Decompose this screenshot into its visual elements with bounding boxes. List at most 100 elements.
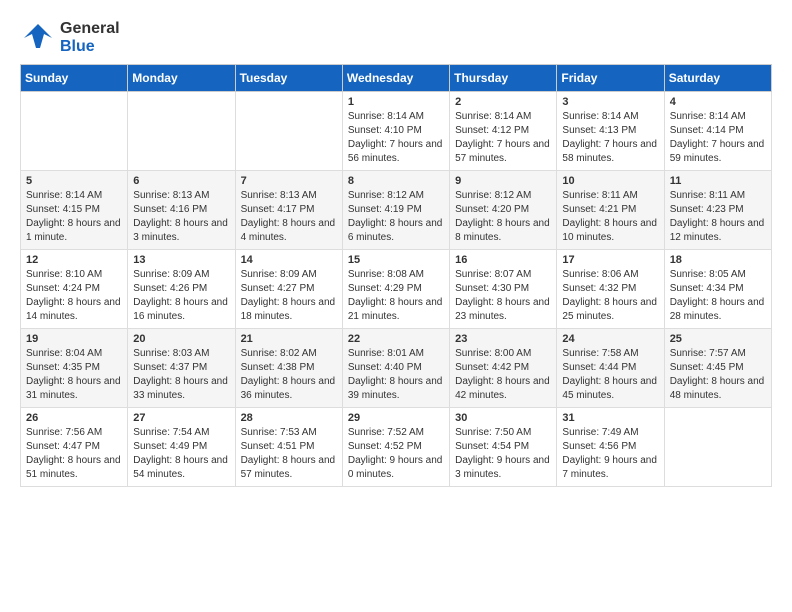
day-number: 23 [455, 333, 551, 345]
day-info: Sunrise: 7:50 AM Sunset: 4:54 PM Dayligh… [455, 426, 551, 482]
day-number: 29 [348, 412, 444, 424]
day-info: Sunrise: 8:10 AM Sunset: 4:24 PM Dayligh… [26, 268, 122, 324]
day-info: Sunrise: 8:05 AM Sunset: 4:34 PM Dayligh… [670, 268, 766, 324]
calendar-day-cell: 18 Sunrise: 8:05 AM Sunset: 4:34 PM Dayli… [664, 250, 771, 329]
calendar-day-cell: 23 Sunrise: 8:00 AM Sunset: 4:42 PM Dayli… [450, 329, 557, 408]
calendar-day-cell: 15 Sunrise: 8:08 AM Sunset: 4:29 PM Dayli… [342, 250, 449, 329]
day-number: 6 [133, 175, 229, 187]
calendar-day-cell: 2Sunrise: 8:14 AM Sunset: 4:12 PM Daylig… [450, 92, 557, 171]
calendar-day-cell: 26 Sunrise: 7:56 AM Sunset: 4:47 PM Dayli… [21, 408, 128, 487]
day-info: Sunrise: 8:04 AM Sunset: 4:35 PM Dayligh… [26, 347, 122, 403]
day-info: Sunrise: 8:14 AM Sunset: 4:13 PM Dayligh… [562, 110, 658, 166]
calendar-day-cell [664, 408, 771, 487]
calendar-day-cell: 25 Sunrise: 7:57 AM Sunset: 4:45 PM Dayli… [664, 329, 771, 408]
day-number: 18 [670, 254, 766, 266]
calendar-day-cell: 10 Sunrise: 8:11 AM Sunset: 4:21 PM Dayli… [557, 171, 664, 250]
day-info: Sunrise: 7:54 AM Sunset: 4:49 PM Dayligh… [133, 426, 229, 482]
logo-general: General [60, 20, 120, 38]
day-number: 8 [348, 175, 444, 187]
day-info: Sunrise: 7:53 AM Sunset: 4:51 PM Dayligh… [241, 426, 337, 482]
calendar-day-cell: 16Sunrise: 8:07 AM Sunset: 4:30 PM Dayli… [450, 250, 557, 329]
calendar-week-row: 26 Sunrise: 7:56 AM Sunset: 4:47 PM Dayli… [21, 408, 772, 487]
calendar-header-row: SundayMondayTuesdayWednesdayThursdayFrid… [21, 65, 772, 92]
logo-blue: Blue [60, 38, 120, 56]
day-info: Sunrise: 8:14 AM Sunset: 4:15 PM Dayligh… [26, 189, 122, 245]
calendar-day-cell: 22Sunrise: 8:01 AM Sunset: 4:40 PM Dayli… [342, 329, 449, 408]
calendar-day-cell: 1 Sunrise: 8:14 AM Sunset: 4:10 PM Daylig… [342, 92, 449, 171]
calendar-day-cell: 5 Sunrise: 8:14 AM Sunset: 4:15 PM Daylig… [21, 171, 128, 250]
day-number: 12 [26, 254, 122, 266]
day-info: Sunrise: 8:13 AM Sunset: 4:17 PM Dayligh… [241, 189, 337, 245]
calendar-day-cell: 11 Sunrise: 8:11 AM Sunset: 4:23 PM Dayli… [664, 171, 771, 250]
calendar-day-cell: 29Sunrise: 7:52 AM Sunset: 4:52 PM Dayli… [342, 408, 449, 487]
day-number: 15 [348, 254, 444, 266]
calendar-day-header: Wednesday [342, 65, 449, 92]
day-info: Sunrise: 8:13 AM Sunset: 4:16 PM Dayligh… [133, 189, 229, 245]
day-number: 26 [26, 412, 122, 424]
calendar-table: SundayMondayTuesdayWednesdayThursdayFrid… [20, 64, 772, 487]
calendar-day-cell: 17 Sunrise: 8:06 AM Sunset: 4:32 PM Dayli… [557, 250, 664, 329]
day-info: Sunrise: 7:49 AM Sunset: 4:56 PM Dayligh… [562, 426, 658, 482]
logo: GeneralBlue [20, 20, 120, 56]
day-number: 9 [455, 175, 551, 187]
calendar-day-cell: 19 Sunrise: 8:04 AM Sunset: 4:35 PM Dayli… [21, 329, 128, 408]
calendar-day-cell: 20Sunrise: 8:03 AM Sunset: 4:37 PM Dayli… [128, 329, 235, 408]
day-info: Sunrise: 8:02 AM Sunset: 4:38 PM Dayligh… [241, 347, 337, 403]
calendar-day-cell: 31 Sunrise: 7:49 AM Sunset: 4:56 PM Dayli… [557, 408, 664, 487]
calendar-day-cell: 28 Sunrise: 7:53 AM Sunset: 4:51 PM Dayli… [235, 408, 342, 487]
calendar-week-row: 5 Sunrise: 8:14 AM Sunset: 4:15 PM Daylig… [21, 171, 772, 250]
day-number: 7 [241, 175, 337, 187]
calendar-day-cell: 9 Sunrise: 8:12 AM Sunset: 4:20 PM Daylig… [450, 171, 557, 250]
calendar-day-cell: 13 Sunrise: 8:09 AM Sunset: 4:26 PM Dayli… [128, 250, 235, 329]
day-number: 17 [562, 254, 658, 266]
calendar-day-header: Friday [557, 65, 664, 92]
day-info: Sunrise: 7:58 AM Sunset: 4:44 PM Dayligh… [562, 347, 658, 403]
calendar-day-cell: 14 Sunrise: 8:09 AM Sunset: 4:27 PM Dayli… [235, 250, 342, 329]
calendar-day-header: Saturday [664, 65, 771, 92]
calendar-week-row: 19 Sunrise: 8:04 AM Sunset: 4:35 PM Dayli… [21, 329, 772, 408]
day-info: Sunrise: 8:14 AM Sunset: 4:14 PM Dayligh… [670, 110, 766, 166]
calendar-day-cell: 4 Sunrise: 8:14 AM Sunset: 4:14 PM Daylig… [664, 92, 771, 171]
day-info: Sunrise: 8:12 AM Sunset: 4:20 PM Dayligh… [455, 189, 551, 245]
day-number: 21 [241, 333, 337, 345]
calendar-day-cell: 30 Sunrise: 7:50 AM Sunset: 4:54 PM Dayli… [450, 408, 557, 487]
day-number: 31 [562, 412, 658, 424]
calendar-day-cell: 21 Sunrise: 8:02 AM Sunset: 4:38 PM Dayli… [235, 329, 342, 408]
day-info: Sunrise: 8:06 AM Sunset: 4:32 PM Dayligh… [562, 268, 658, 324]
day-info: Sunrise: 8:09 AM Sunset: 4:26 PM Dayligh… [133, 268, 229, 324]
day-info: Sunrise: 8:09 AM Sunset: 4:27 PM Dayligh… [241, 268, 337, 324]
day-number: 10 [562, 175, 658, 187]
day-number: 19 [26, 333, 122, 345]
calendar-day-header: Tuesday [235, 65, 342, 92]
day-number: 25 [670, 333, 766, 345]
day-info: Sunrise: 8:08 AM Sunset: 4:29 PM Dayligh… [348, 268, 444, 324]
calendar-week-row: 12 Sunrise: 8:10 AM Sunset: 4:24 PM Dayli… [21, 250, 772, 329]
calendar-day-cell: 7 Sunrise: 8:13 AM Sunset: 4:17 PM Daylig… [235, 171, 342, 250]
day-info: Sunrise: 8:14 AM Sunset: 4:10 PM Dayligh… [348, 110, 444, 166]
calendar-day-cell: 6 Sunrise: 8:13 AM Sunset: 4:16 PM Daylig… [128, 171, 235, 250]
day-number: 1 [348, 96, 444, 108]
day-info: Sunrise: 8:03 AM Sunset: 4:37 PM Dayligh… [133, 347, 229, 403]
day-info: Sunrise: 8:14 AM Sunset: 4:12 PM Dayligh… [455, 110, 551, 166]
day-info: Sunrise: 8:00 AM Sunset: 4:42 PM Dayligh… [455, 347, 551, 403]
day-number: 22 [348, 333, 444, 345]
day-number: 4 [670, 96, 766, 108]
day-number: 13 [133, 254, 229, 266]
day-number: 5 [26, 175, 122, 187]
day-info: Sunrise: 8:11 AM Sunset: 4:23 PM Dayligh… [670, 189, 766, 245]
day-info: Sunrise: 8:12 AM Sunset: 4:19 PM Dayligh… [348, 189, 444, 245]
day-number: 27 [133, 412, 229, 424]
day-info: Sunrise: 7:57 AM Sunset: 4:45 PM Dayligh… [670, 347, 766, 403]
day-info: Sunrise: 8:11 AM Sunset: 4:21 PM Dayligh… [562, 189, 658, 245]
day-number: 16 [455, 254, 551, 266]
day-number: 14 [241, 254, 337, 266]
day-info: Sunrise: 7:56 AM Sunset: 4:47 PM Dayligh… [26, 426, 122, 482]
calendar-day-header: Thursday [450, 65, 557, 92]
calendar-day-cell: 12 Sunrise: 8:10 AM Sunset: 4:24 PM Dayli… [21, 250, 128, 329]
logo-text: GeneralBlue [60, 20, 120, 55]
day-number: 28 [241, 412, 337, 424]
day-number: 30 [455, 412, 551, 424]
day-number: 24 [562, 333, 658, 345]
calendar-day-cell: 24 Sunrise: 7:58 AM Sunset: 4:44 PM Dayli… [557, 329, 664, 408]
day-number: 11 [670, 175, 766, 187]
